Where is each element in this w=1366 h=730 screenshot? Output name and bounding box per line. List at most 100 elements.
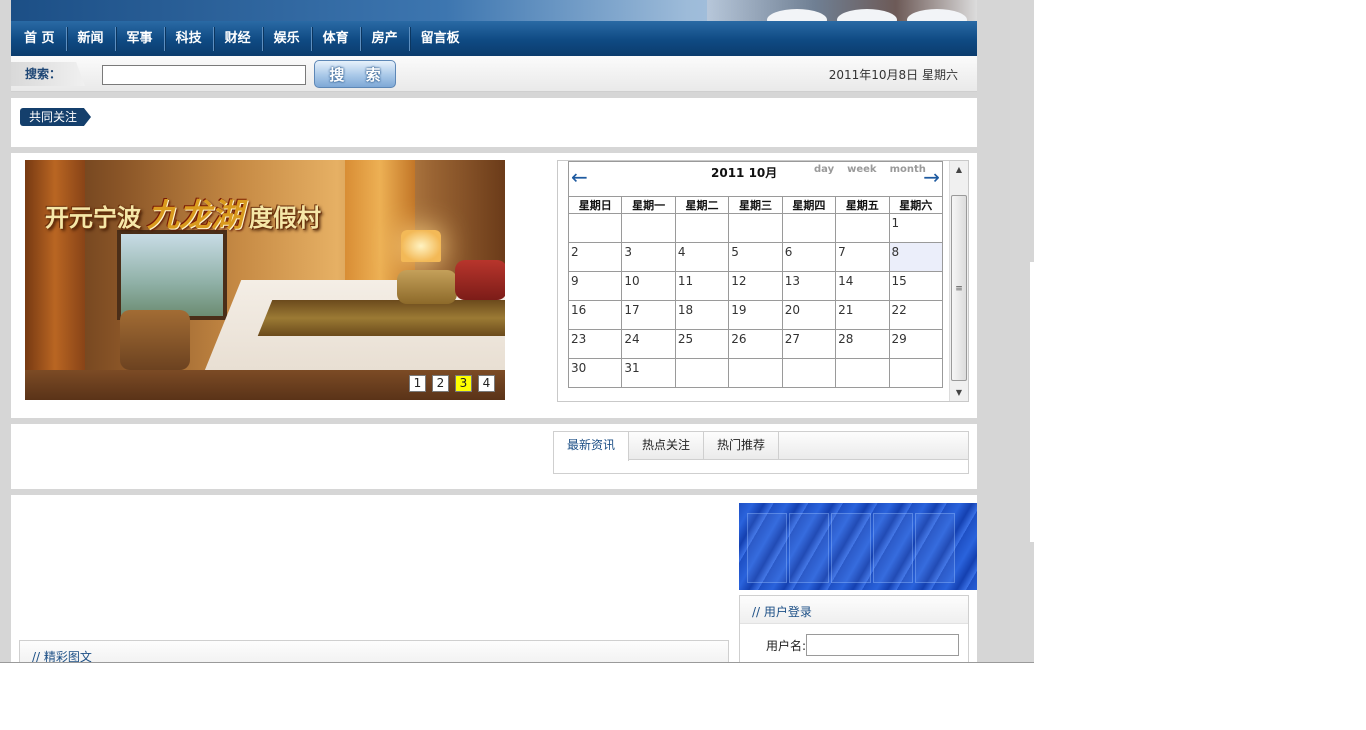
tab-hot-focus[interactable]: 热点关注 — [629, 432, 705, 460]
calendar-empty-cell[interactable] — [835, 213, 890, 243]
view-day-link[interactable]: day — [814, 164, 834, 175]
news-tabs-section: 最新资讯 热点关注 热门推荐 — [11, 424, 977, 489]
nav-item-guestbook[interactable]: 留言板 — [410, 27, 471, 51]
calendar-day-cell[interactable]: 26 — [728, 329, 783, 359]
calendar-day-cell[interactable]: 27 — [781, 329, 837, 359]
calendar-day-cell[interactable]: 8 — [888, 242, 944, 272]
calendar-scrollbar[interactable]: ▲ ≡ ▼ — [949, 161, 968, 401]
calendar-day-cell[interactable]: 31 — [621, 358, 676, 388]
calendar-day-cell[interactable]: 19 — [728, 300, 783, 330]
calendar-empty-cell[interactable] — [674, 213, 730, 243]
calendar-day-cell[interactable]: 30 — [567, 358, 623, 388]
weekday-header: 星期五 — [835, 196, 890, 214]
username-label: 用户名: — [766, 638, 807, 653]
calendar-empty-cell[interactable] — [567, 213, 623, 243]
weekday-header: 星期二 — [674, 196, 730, 214]
nav-item-realestate[interactable]: 房产 — [361, 26, 410, 51]
nav-item-home[interactable]: 首 页 — [13, 26, 67, 51]
calendar-day-cell[interactable]: 29 — [888, 329, 944, 359]
calendar-day-cell[interactable]: 28 — [835, 329, 890, 359]
calendar-title: 2011 10月 — [711, 166, 778, 180]
calendar-day-cell[interactable]: 2 — [567, 242, 623, 272]
scroll-up-icon[interactable]: ▲ — [950, 161, 968, 178]
calendar-week-row: 23 24 25 26 27 28 29 — [567, 329, 944, 359]
calendar-weekday-row: 星期日 星期一 星期二 星期三 星期四 星期五 星期六 — [567, 196, 944, 214]
calendar-week-row: 2345678 — [567, 242, 944, 272]
tab-latest-news[interactable]: 最新资讯 — [554, 432, 630, 461]
calendar-empty-cell[interactable] — [781, 213, 837, 243]
user-login-panel: // 用户登录 用户名: — [739, 595, 969, 662]
nav-item-sports[interactable]: 体育 — [312, 26, 361, 51]
current-date: 2011年10月8日 星期六 — [828, 68, 958, 82]
nav-item-military[interactable]: 军事 — [116, 26, 165, 51]
calendar-day-cell[interactable]: 11 — [674, 271, 730, 301]
calendar-week-row: 16 17 18 19 20 21 22 — [567, 300, 944, 330]
calendar-day-cell[interactable]: 17 — [621, 300, 676, 330]
calendar-empty-cell[interactable] — [835, 358, 890, 388]
slider-page-button[interactable]: 4 — [478, 375, 495, 392]
ad-banner[interactable] — [739, 503, 977, 590]
calendar-day-cell[interactable]: 18 — [674, 300, 730, 330]
calendar-day-cell[interactable]: 1 — [888, 213, 944, 243]
search-label: 搜索： — [11, 62, 85, 86]
view-month-link[interactable]: month — [890, 164, 926, 175]
weekday-header: 星期六 — [888, 196, 944, 214]
calendar-day-cell[interactable]: 13 — [781, 271, 837, 301]
calendar-day-cell[interactable]: 16 — [567, 300, 623, 330]
tab-strip: 最新资讯 热点关注 热门推荐 — [554, 432, 968, 461]
feature-section: 开元宁波 九龙湖 度假村 1 2 3 4 ← 2011 10月 day week… — [11, 153, 977, 418]
next-month-arrow-icon[interactable]: → — [923, 165, 940, 189]
search-button[interactable]: 搜 索 — [314, 60, 396, 88]
slider-page-button[interactable]: 1 — [409, 375, 426, 392]
calendar-day-cell[interactable]: 7 — [835, 242, 890, 272]
calendar-day-cell[interactable]: 10 — [621, 271, 676, 301]
calendar: ← 2011 10月 day week month → 星期日 星期一 星期二 … — [567, 161, 944, 401]
calendar-day-cell[interactable]: 5 — [728, 242, 783, 272]
scroll-thumb[interactable]: ≡ — [951, 195, 967, 381]
slider-page-button-active[interactable]: 3 — [455, 375, 472, 392]
calendar-day-cell[interactable]: 14 — [835, 271, 890, 301]
slider-page-button[interactable]: 2 — [432, 375, 449, 392]
calendar-empty-cell[interactable] — [888, 358, 944, 388]
nav-item-news[interactable]: 新闻 — [67, 26, 116, 51]
calendar-frame: ← 2011 10月 day week month → 星期日 星期一 星期二 … — [557, 160, 969, 402]
scroll-down-icon[interactable]: ▼ — [950, 384, 968, 401]
calendar-empty-cell[interactable] — [781, 358, 837, 388]
slider-caption-suffix: 度假村 — [249, 203, 322, 232]
weekday-header: 星期日 — [567, 196, 623, 214]
calendar-body: 1 2 3 4 5 6 7 8 9 10 11 12 13 14 15 16 17 18 19 20 21 22 23 24 2… — [567, 213, 944, 388]
calendar-day-cell[interactable]: 22 — [888, 300, 944, 330]
weekday-header: 星期一 — [621, 196, 676, 214]
nav-item-tech[interactable]: 科技 — [165, 26, 214, 51]
calendar-day-cell[interactable]: 12 — [728, 271, 783, 301]
calendar-empty-cell[interactable] — [621, 213, 676, 243]
calendar-empty-cell[interactable] — [728, 358, 783, 388]
calendar-view-switcher: day week month — [814, 164, 926, 175]
calendar-day-cell[interactable]: 24 — [621, 329, 676, 359]
calendar-week-row: 9 10 11 12 13 14 15 — [567, 271, 944, 301]
slider-photo-pillow — [397, 270, 457, 304]
calendar-day-cell[interactable]: 21 — [835, 300, 890, 330]
calendar-day-cell[interactable]: 9 — [567, 271, 623, 301]
calendar-day-cell[interactable]: 4 — [674, 242, 730, 272]
username-input[interactable] — [806, 634, 960, 656]
calendar-day-cell[interactable]: 23 — [567, 329, 623, 359]
calendar-empty-cell[interactable] — [728, 213, 783, 243]
tab-hot-recommend[interactable]: 热门推荐 — [704, 432, 780, 460]
calendar-header: ← 2011 10月 day week month → — [568, 161, 943, 196]
nav-item-entertainment[interactable]: 娱乐 — [263, 26, 312, 51]
calendar-day-cell[interactable]: 25 — [674, 329, 730, 359]
slider-photo-chair — [120, 310, 190, 370]
calendar-empty-cell[interactable] — [674, 358, 730, 388]
main-nav: 首 页 新闻 军事 科技 财经 娱乐 体育 房产 留言板 — [11, 21, 977, 56]
image-slider[interactable]: 开元宁波 九龙湖 度假村 1 2 3 4 — [25, 160, 505, 400]
search-input[interactable] — [102, 65, 306, 85]
nav-item-finance[interactable]: 财经 — [214, 26, 263, 51]
prev-month-arrow-icon[interactable]: ← — [571, 165, 588, 189]
calendar-day-cell[interactable]: 6 — [781, 242, 837, 272]
calendar-day-cell[interactable]: 3 — [621, 242, 676, 272]
ad-banner-tile — [915, 513, 955, 583]
view-week-link[interactable]: week — [847, 164, 876, 175]
calendar-day-cell[interactable]: 15 — [888, 271, 944, 301]
calendar-day-cell[interactable]: 20 — [781, 300, 837, 330]
